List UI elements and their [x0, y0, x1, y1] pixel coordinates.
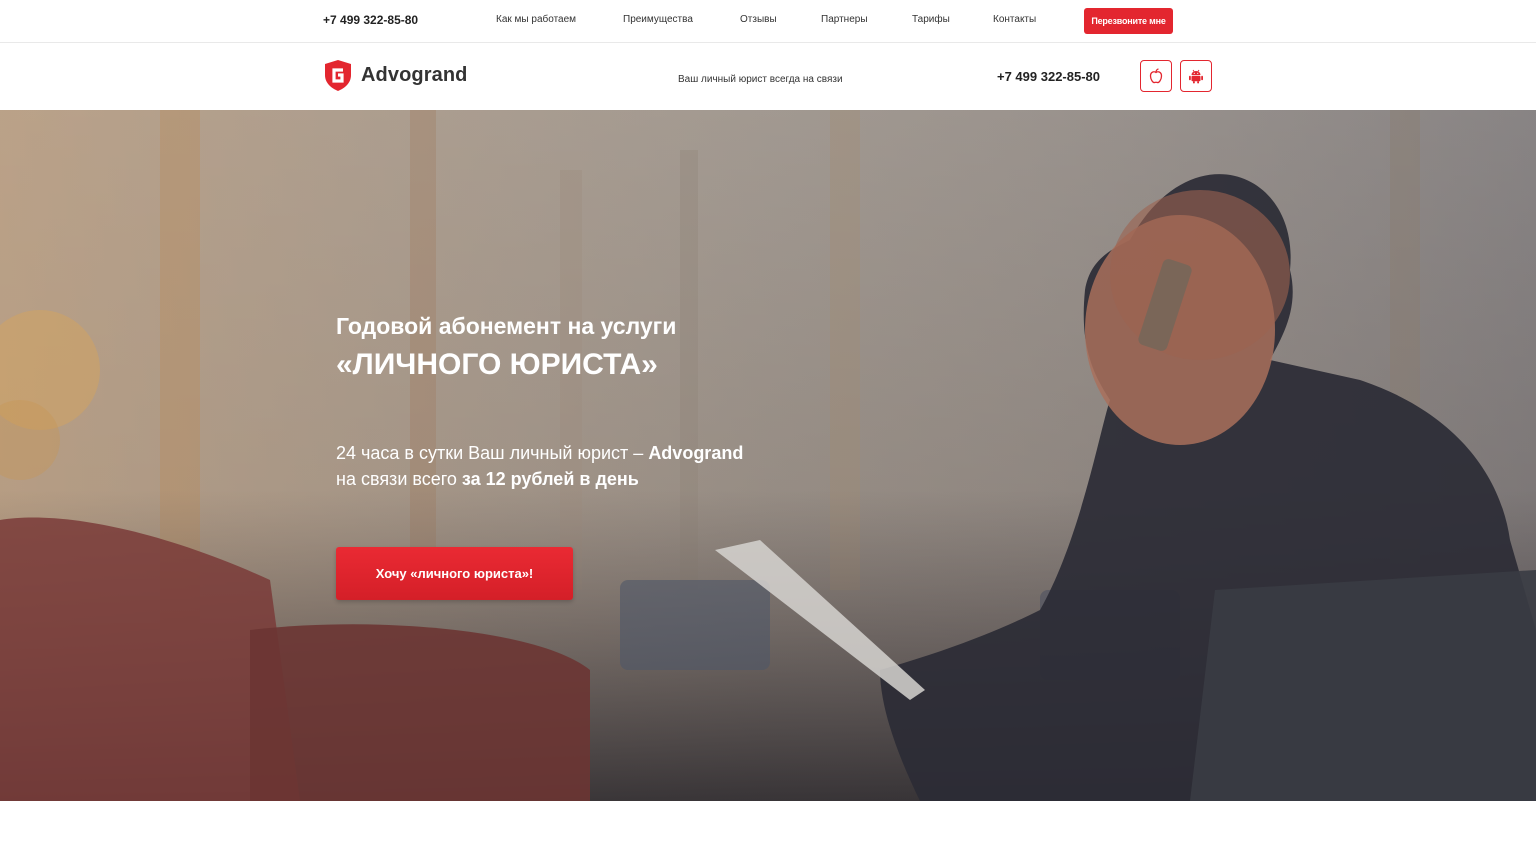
- nav-how-we-work[interactable]: Как мы работаем: [496, 14, 576, 25]
- hero-sub-text2: на связи всего: [336, 469, 462, 489]
- nav-tariffs[interactable]: Тарифы: [912, 14, 950, 25]
- nav-advantages[interactable]: Преимущества: [623, 14, 693, 25]
- header-phone-link[interactable]: +7 499 322-85-80: [997, 69, 1100, 84]
- android-app-button[interactable]: [1180, 60, 1212, 92]
- hero-sub-price: за 12 рублей в день: [461, 469, 639, 489]
- android-icon: [1189, 69, 1203, 84]
- logo-shield-icon: [325, 60, 351, 91]
- logo[interactable]: Advogrand: [323, 59, 467, 92]
- tagline: Ваш личный юрист всегда на связи: [678, 74, 843, 85]
- hero-background-photo: [0, 110, 1536, 801]
- hero-subtitle: 24 часа в сутки Ваш личный юрист – Advog…: [336, 440, 743, 492]
- hero-section: Годовой абонемент на услуги «ЛИЧНОГО ЮРИ…: [0, 110, 1536, 801]
- hero-cta-button[interactable]: Хочу «личного юриста»!: [336, 547, 573, 600]
- top-bar: +7 499 322-85-80 Как мы работаем Преимущ…: [0, 0, 1536, 43]
- header: Advogrand Ваш личный юрист всегда на свя…: [0, 43, 1536, 110]
- nav-contacts[interactable]: Контакты: [993, 14, 1036, 25]
- nav-reviews[interactable]: Отзывы: [740, 14, 777, 25]
- top-navigation: Как мы работаем Преимущества Отзывы Парт…: [0, 14, 1536, 28]
- callback-button[interactable]: Перезвоните мне: [1084, 8, 1173, 34]
- nav-partners[interactable]: Партнеры: [821, 14, 868, 25]
- apple-icon: [1149, 68, 1163, 84]
- hero-title-line2: «ЛИЧНОГО ЮРИСТА»: [336, 347, 658, 381]
- logo-text: Advogrand: [361, 64, 468, 86]
- hero-sub-text1: 24 часа в сутки Ваш личный юрист –: [336, 443, 649, 463]
- hero-title: Годовой абонемент на услуги «ЛИЧНОГО ЮРИ…: [336, 313, 676, 383]
- apple-app-button[interactable]: [1140, 60, 1172, 92]
- hero-title-line1: Годовой абонемент на услуги: [336, 313, 677, 339]
- hero-sub-brand: Advogrand: [648, 443, 744, 463]
